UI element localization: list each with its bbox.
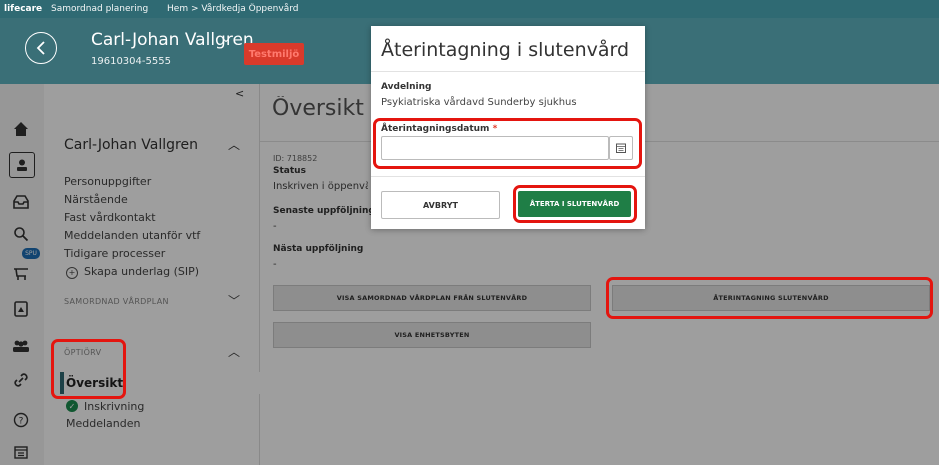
personnummer: 19610304-5555: [91, 56, 171, 67]
highlight-readmission-button: [606, 277, 933, 319]
breadcrumb[interactable]: Hem > Vårdkedja Öppenvård: [167, 4, 298, 14]
highlight-optiorv-section: [51, 339, 126, 399]
top-bar: lifecare Samordnad planering Hem > Vårdk…: [0, 0, 939, 18]
department-label: Avdelning: [381, 82, 432, 92]
back-button[interactable]: [25, 32, 57, 64]
cancel-button[interactable]: AVBRYT: [381, 191, 500, 219]
dialog-divider: [371, 71, 645, 72]
dialog-divider-bottom: [371, 176, 645, 177]
environment-badge: Testmiljö: [244, 43, 304, 65]
highlight-date-field: [373, 118, 642, 169]
department-value: Psykiatriska vårdavd Sunderby sjukhus: [381, 97, 577, 108]
dialog-title: Återintagning i slutenvård: [381, 39, 630, 61]
chevron-left-icon: [36, 41, 45, 55]
brand-logo: lifecare: [4, 4, 43, 14]
chevron-down-icon[interactable]: ⌄: [221, 31, 231, 45]
module-name[interactable]: Samordnad planering: [51, 4, 148, 14]
highlight-confirm-button: [513, 185, 637, 223]
